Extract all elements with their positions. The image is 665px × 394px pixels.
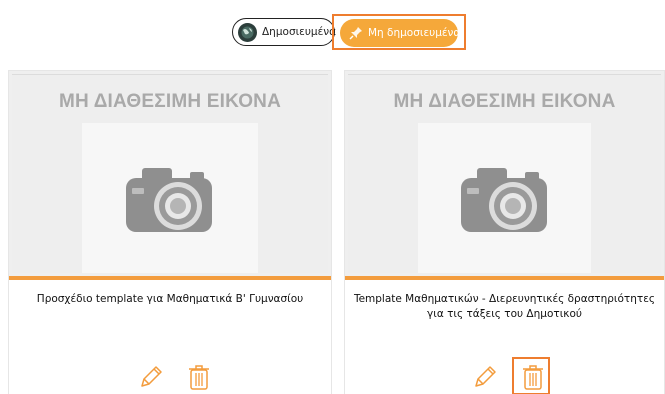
- card-actions: [9, 359, 331, 394]
- trash-icon: [523, 365, 543, 390]
- image-unavailable-text: ΜΗ ΔΙΑΘΕΣΙΜΗ ΕΙΚΟΝΑ: [393, 91, 616, 112]
- delete-button-highlight: [512, 357, 550, 394]
- published-filter-label: Δημοσιευμένα: [262, 26, 337, 38]
- pencil-icon: [475, 366, 496, 387]
- card-title: Προσχέδιο template για Μαθηματικά Β' Γυμ…: [36, 293, 304, 305]
- card-divider: [345, 276, 664, 280]
- camera-icon: [460, 168, 547, 232]
- pin-icon: [348, 25, 364, 41]
- globe-icon: [238, 22, 257, 42]
- card-thumbnail: ΜΗ ΔΙΑΘΕΣΙΜΗ ΕΙΚΟΝΑ: [9, 71, 331, 276]
- template-card[interactable]: ΜΗ ΔΙΑΘΕΣΙΜΗ ΕΙΚΟΝΑ Προσχέδιο template γ…: [8, 70, 332, 394]
- published-filter-button[interactable]: Δημοσιευμένα: [232, 18, 337, 46]
- unpublished-filter-label: Μη δημοσιευμένα: [368, 27, 461, 39]
- card-divider: [9, 276, 331, 280]
- pencil-icon: [141, 366, 162, 387]
- trash-icon: [189, 365, 209, 390]
- camera-icon: [126, 168, 212, 232]
- card-actions: [345, 357, 664, 394]
- delete-button[interactable]: [185, 363, 213, 391]
- edit-button[interactable]: [137, 363, 165, 391]
- delete-button[interactable]: [519, 363, 547, 391]
- unpublished-filter-highlight: Μη δημοσιευμένα: [332, 14, 466, 50]
- image-unavailable-text: ΜΗ ΔΙΑΘΕΣΙΜΗ ΕΙΚΟΝΑ: [58, 91, 282, 112]
- card-thumbnail: ΜΗ ΔΙΑΘΕΣΙΜΗ ΕΙΚΟΝΑ: [345, 71, 664, 276]
- template-card[interactable]: ΜΗ ΔΙΑΘΕΣΙΜΗ ΕΙΚΟΝΑ Template Μαθηματικών…: [344, 70, 665, 394]
- publish-filter: Δημοσιευμένα Μη δημοσιευμένα: [0, 14, 665, 50]
- card-title: Template Μαθηματικών - Διερευνητικές δρα…: [353, 293, 656, 320]
- unpublished-filter-button[interactable]: Μη δημοσιευμένα: [340, 19, 461, 47]
- edit-button[interactable]: [471, 363, 499, 391]
